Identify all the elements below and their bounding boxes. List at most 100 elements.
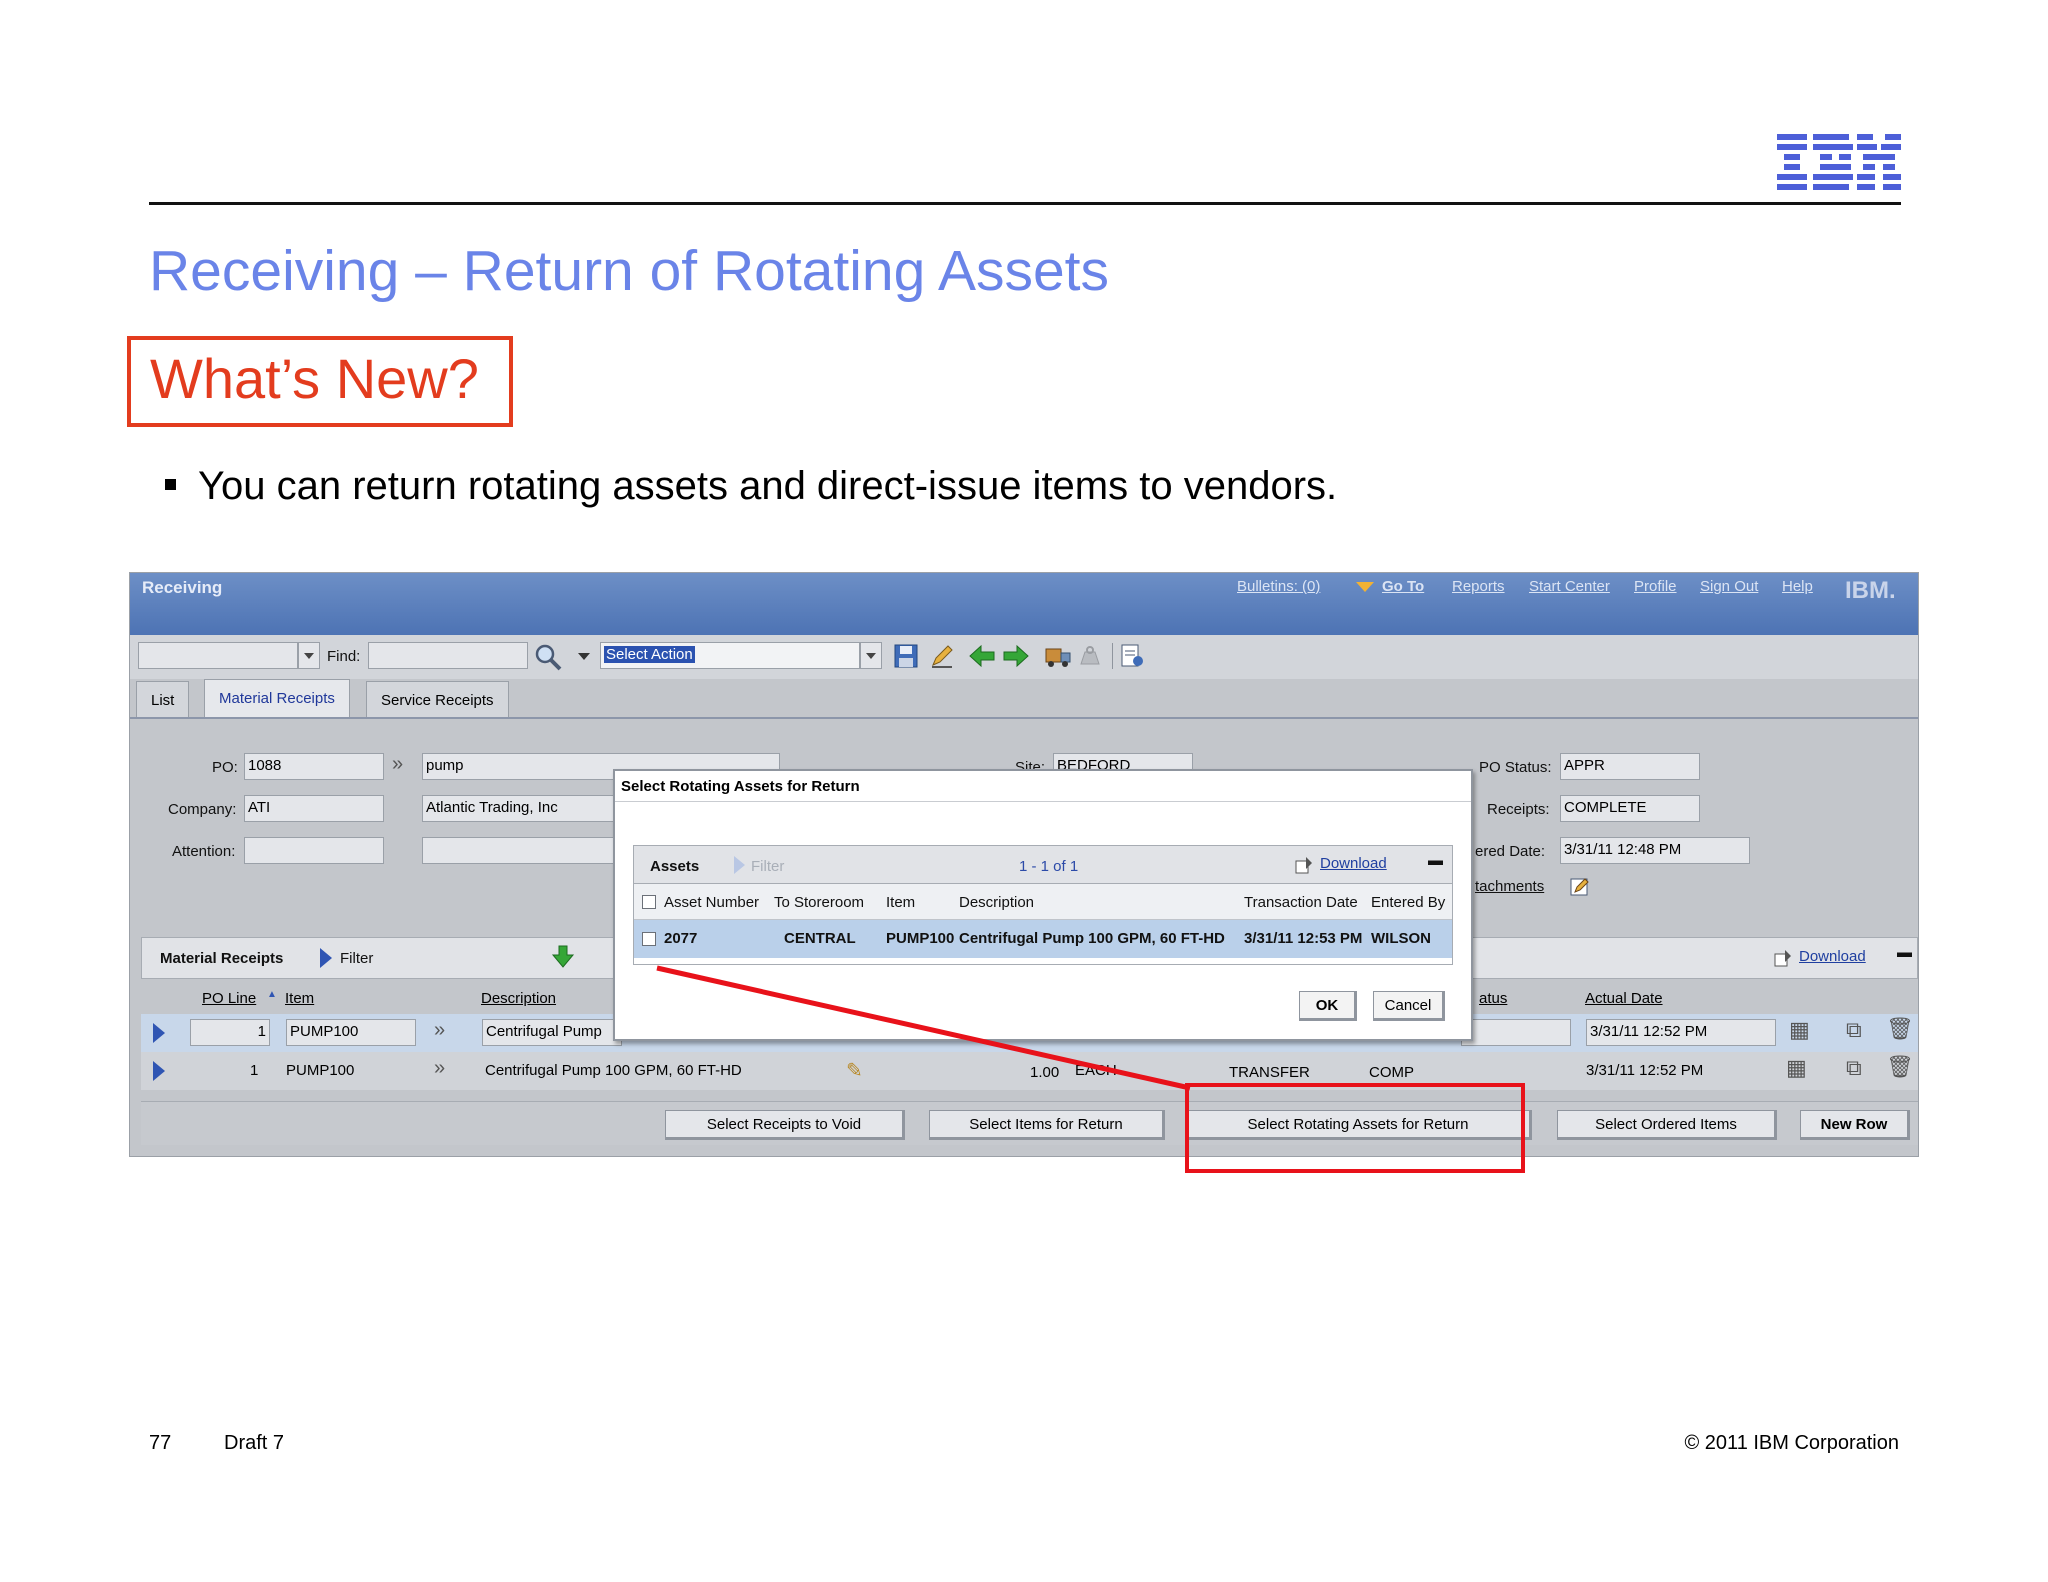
truck-icon[interactable] bbox=[1044, 642, 1072, 670]
new-row-button[interactable]: New Row bbox=[1800, 1110, 1910, 1140]
assets-download-icon[interactable] bbox=[1294, 855, 1314, 875]
col-transaction-date[interactable]: Transaction Date bbox=[1244, 894, 1358, 911]
row-actual-date: 3/31/11 12:52 PM bbox=[1586, 1062, 1704, 1079]
row-expand-icon[interactable] bbox=[153, 1023, 165, 1043]
company-field[interactable]: ATI bbox=[244, 795, 384, 822]
row-note-icon[interactable]: ✎ bbox=[846, 1058, 863, 1083]
col-asset-number[interactable]: Asset Number bbox=[664, 894, 759, 911]
attention-field[interactable] bbox=[244, 837, 384, 864]
company-label: Company: bbox=[168, 801, 237, 818]
collapse-icon[interactable]: ▬ bbox=[1897, 944, 1912, 961]
goto-link[interactable]: Go To bbox=[1382, 578, 1424, 595]
row-delete-icon[interactable]: 🗑 bbox=[1886, 1054, 1914, 1080]
report-icon[interactable] bbox=[1118, 642, 1146, 670]
tab-list[interactable]: List bbox=[136, 681, 190, 717]
select-ordered-items-button[interactable]: Select Ordered Items bbox=[1557, 1110, 1777, 1140]
download-arrow-icon[interactable] bbox=[550, 944, 576, 970]
row-copy-icon[interactable]: ⧉ bbox=[1846, 1055, 1862, 1081]
select-items-for-return-button[interactable]: Select Items for Return bbox=[929, 1110, 1165, 1140]
goto-arrow-icon bbox=[1356, 582, 1374, 592]
save-icon[interactable] bbox=[892, 642, 920, 670]
row-po-line[interactable]: 1 bbox=[190, 1019, 270, 1046]
assets-grid-columns: Asset Number To Storeroom Item Descripti… bbox=[634, 884, 1452, 920]
asset-number: 2077 bbox=[664, 930, 698, 947]
row-copy-icon[interactable]: ⧉ bbox=[1846, 1017, 1862, 1043]
attachments-icon[interactable] bbox=[1568, 875, 1592, 899]
attachments-link[interactable]: tachments bbox=[1475, 878, 1544, 895]
download-link[interactable]: Download bbox=[1799, 948, 1866, 965]
col-to-storeroom[interactable]: To Storeroom bbox=[774, 894, 864, 911]
assets-grid: Assets Filter 1 - 1 of 1 Download ▬ Asse… bbox=[633, 845, 1453, 965]
filter-icon[interactable] bbox=[320, 948, 332, 968]
receiving-app-screenshot: Receiving Bulletins: (0) Go To Reports S… bbox=[129, 572, 1919, 1157]
ibm-logo bbox=[1777, 134, 1901, 190]
row-qty: 1.00 bbox=[1030, 1064, 1060, 1081]
col-description[interactable]: Description bbox=[959, 894, 1034, 911]
row-item-chevron-icon[interactable]: » bbox=[434, 1019, 445, 1042]
row-calendar-icon[interactable]: ▦ bbox=[1786, 1055, 1807, 1081]
profile-link[interactable]: Profile bbox=[1634, 578, 1677, 595]
select-action-field[interactable]: Select Action bbox=[600, 642, 860, 669]
search-options-arrow-icon[interactable] bbox=[578, 653, 590, 660]
find-input[interactable] bbox=[368, 642, 528, 669]
col-entered-by[interactable]: Entered By bbox=[1371, 894, 1445, 911]
sort-icon[interactable]: ▲ bbox=[267, 989, 277, 1000]
assets-collapse-icon[interactable]: ▬ bbox=[1428, 852, 1443, 869]
app-selector-dropdown[interactable] bbox=[298, 642, 320, 669]
sign-out-link[interactable]: Sign Out bbox=[1700, 578, 1758, 595]
page-number: 77 bbox=[149, 1432, 172, 1454]
col-item[interactable]: Item bbox=[886, 894, 915, 911]
asset-row[interactable]: 2077 CENTRAL PUMP100 Centrifugal Pump 10… bbox=[634, 920, 1452, 958]
tab-material-receipts[interactable]: Material Receipts bbox=[204, 679, 350, 719]
col-status[interactable]: atus bbox=[1479, 990, 1507, 1007]
receipts-field: COMPLETE bbox=[1560, 795, 1700, 822]
company-name-field: Atlantic Trading, Inc bbox=[422, 795, 622, 822]
asset-storeroom: CENTRAL bbox=[784, 930, 856, 947]
ok-button[interactable]: OK bbox=[1299, 991, 1357, 1021]
search-icon[interactable] bbox=[534, 643, 562, 671]
back-arrow-icon[interactable] bbox=[968, 642, 996, 670]
asset-description: Centrifugal Pump 100 GPM, 60 FT-HD bbox=[959, 930, 1225, 947]
cancel-button[interactable]: Cancel bbox=[1373, 991, 1445, 1021]
row-unit: EACH bbox=[1075, 1062, 1117, 1079]
reports-link[interactable]: Reports bbox=[1452, 578, 1505, 595]
col-description[interactable]: Description bbox=[481, 990, 556, 1007]
row-actual-date[interactable]: 3/31/11 12:52 PM bbox=[1586, 1019, 1776, 1046]
col-item[interactable]: Item bbox=[285, 990, 314, 1007]
row-item-chevron-icon[interactable]: » bbox=[434, 1057, 445, 1080]
col-actual-date[interactable]: Actual Date bbox=[1585, 990, 1663, 1007]
download-icon[interactable] bbox=[1773, 948, 1793, 968]
row-item[interactable]: PUMP100 bbox=[286, 1019, 416, 1046]
tab-underline bbox=[130, 717, 1918, 719]
header-rule bbox=[149, 202, 1901, 205]
row-description[interactable]: Centrifugal Pump bbox=[482, 1019, 622, 1046]
select-all-checkbox[interactable] bbox=[642, 895, 656, 909]
start-center-link[interactable]: Start Center bbox=[1529, 578, 1610, 595]
select-action-dropdown[interactable] bbox=[860, 642, 882, 669]
po-field[interactable]: 1088 bbox=[244, 753, 384, 780]
find-label: Find: bbox=[327, 648, 361, 665]
select-receipts-to-void-button[interactable]: Select Receipts to Void bbox=[665, 1110, 905, 1140]
assets-download-link[interactable]: Download bbox=[1320, 855, 1387, 872]
row-expand-icon[interactable] bbox=[153, 1061, 165, 1081]
edit-icon[interactable] bbox=[928, 642, 956, 670]
forward-arrow-icon[interactable] bbox=[1002, 642, 1030, 670]
app-titlebar: Receiving Bulletins: (0) Go To Reports S… bbox=[130, 573, 1918, 635]
row-status: COMP bbox=[1369, 1064, 1414, 1081]
bullet-text: You can return rotating assets and direc… bbox=[198, 464, 1338, 508]
table-row[interactable]: 1 PUMP100 » Centrifugal Pump 100 GPM, 60… bbox=[141, 1052, 1918, 1090]
toolbar-separator bbox=[1112, 643, 1113, 669]
attention-name-field bbox=[422, 837, 622, 864]
bulletins-link[interactable]: Bulletins: (0) bbox=[1237, 578, 1320, 595]
filter-link[interactable]: Filter bbox=[340, 950, 373, 967]
col-po-line[interactable]: PO Line bbox=[202, 990, 256, 1007]
asset-row-checkbox[interactable] bbox=[642, 932, 656, 946]
tab-service-receipts[interactable]: Service Receipts bbox=[366, 681, 509, 717]
po-status-label: PO Status: bbox=[1479, 759, 1552, 776]
row-delete-icon[interactable]: 🗑 bbox=[1886, 1016, 1914, 1042]
po-detail-chevron-icon[interactable]: » bbox=[392, 753, 403, 776]
app-selector-field[interactable] bbox=[138, 642, 298, 669]
assets-filter-link: Filter bbox=[751, 858, 785, 875]
row-calendar-icon[interactable]: ▦ bbox=[1789, 1017, 1810, 1043]
help-link[interactable]: Help bbox=[1782, 578, 1813, 595]
